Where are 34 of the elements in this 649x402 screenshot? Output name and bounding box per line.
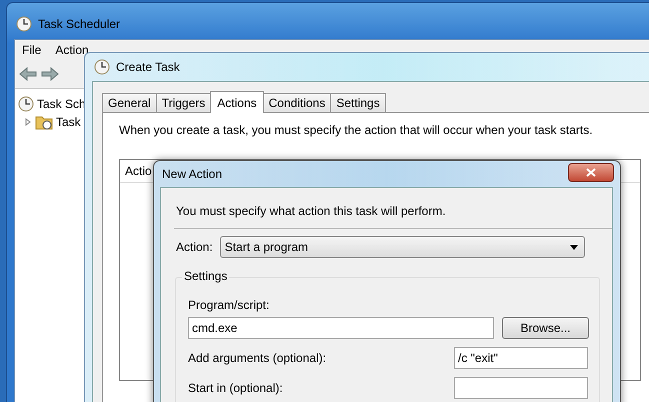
column-header[interactable]: Actio <box>125 164 152 178</box>
field-label: Add arguments (optional): <box>188 351 328 365</box>
tab[interactable]: Actions <box>210 91 264 113</box>
tab[interactable]: Settings <box>330 93 386 112</box>
browse-button[interactable]: Browse... <box>502 317 589 339</box>
close-button[interactable] <box>568 163 614 182</box>
back-arrow-icon[interactable] <box>19 67 37 81</box>
tab[interactable]: Conditions <box>262 93 332 112</box>
program-field[interactable]: cmd.exe <box>188 317 494 339</box>
folder-clock-icon <box>35 114 53 130</box>
start-in-field[interactable] <box>454 377 588 399</box>
field-label: Start in (optional): <box>188 381 284 395</box>
window-title: Task Scheduler <box>38 17 120 31</box>
window-title: New Action <box>162 167 222 181</box>
tab[interactable]: General <box>102 93 157 112</box>
arguments-field[interactable]: /c "exit" <box>454 347 588 369</box>
action-dropdown[interactable]: Start a program <box>220 236 585 258</box>
tab[interactable]: Triggers <box>156 93 212 112</box>
dropdown-arrow-icon <box>570 244 578 250</box>
field-label: Action: <box>176 240 213 254</box>
menu-item[interactable]: Action <box>55 43 89 57</box>
field-label: Program/script: <box>188 298 270 312</box>
clock-icon <box>18 96 34 112</box>
forward-arrow-icon[interactable] <box>41 67 59 81</box>
close-icon <box>586 168 596 177</box>
menu-item[interactable]: File <box>22 43 42 57</box>
tree-item[interactable]: Task <box>56 115 81 129</box>
group-title: Settings <box>182 269 230 283</box>
clock-icon <box>94 59 110 75</box>
instruction-text: You must specify what action this task will perform. <box>175 204 447 218</box>
description-text: When you create a task, you must specify the action that will occur when your task starts. <box>119 123 594 137</box>
clock-icon <box>16 16 32 32</box>
expand-arrow-icon[interactable] <box>24 118 32 126</box>
window-title: Create Task <box>116 60 180 74</box>
